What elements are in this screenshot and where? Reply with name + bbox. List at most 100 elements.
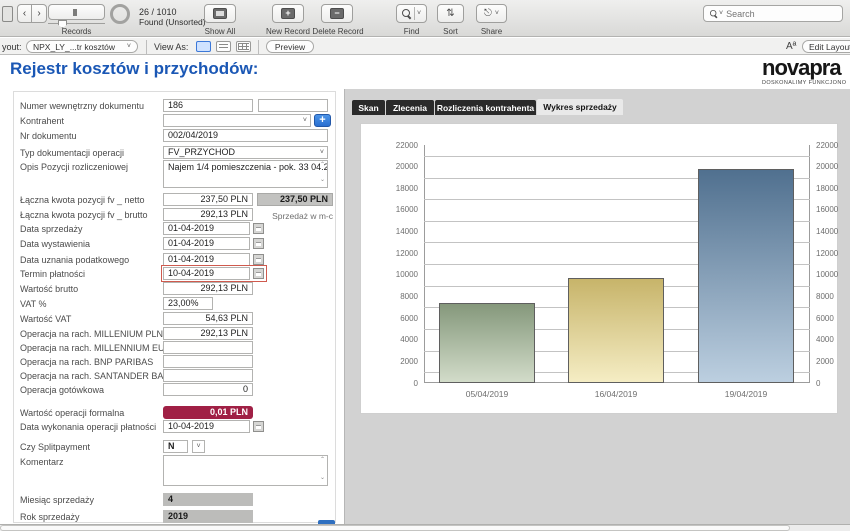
view-as-label: View As: <box>154 42 188 52</box>
y-tick-label-right-0: 0 <box>816 379 850 388</box>
chevron-down-icon: ˅ <box>495 10 499 17</box>
op-millenium-pln-label: Operacja na rach. MILLENIUM PLN <box>20 329 163 339</box>
scroll-down-icon[interactable]: ⌄ <box>320 472 325 484</box>
kontrahent-add-button[interactable]: + <box>314 114 331 127</box>
y-tick-label-right-8000: 8000 <box>816 292 850 301</box>
text-formatting-toggle[interactable]: Aª <box>786 41 796 52</box>
data-sprzedazy-label: Data sprzedaży <box>20 224 83 234</box>
view-table-icon[interactable] <box>236 41 251 52</box>
kwota-brutto-field[interactable]: 292,13 PLN <box>163 208 253 221</box>
y-tick-label-left-14000: 14000 <box>384 227 418 236</box>
termin-platnosci-label: Termin płatności <box>20 269 85 279</box>
scroll-up-icon[interactable]: ⌃ <box>320 162 325 168</box>
find-button[interactable]: ˅ <box>396 4 427 23</box>
wartosc-brutto-field[interactable]: 292,13 PLN <box>163 282 253 295</box>
kontrahent-dropdown[interactable]: ˅ <box>163 114 311 127</box>
termin-platnosci-field[interactable]: 10-04-2019 <box>163 267 250 280</box>
tab-rozliczenia-kontrahenta[interactable]: Rozliczenia kontrahenta <box>435 100 536 115</box>
y-tick-label-left-8000: 8000 <box>384 292 418 301</box>
czy-splitpayment-field[interactable]: N <box>163 440 188 453</box>
show-all-button[interactable] <box>204 4 236 23</box>
y-tick-label-left-12000: 12000 <box>384 249 418 258</box>
status-toolbar: ‹ › 26 / 1010 Found (Unsorted) Records S… <box>0 0 850 37</box>
data-wykonania-field[interactable]: 10-04-2019 <box>163 420 250 433</box>
scroll-up-icon[interactable]: ⌃ <box>320 457 325 463</box>
op-bnp-paribas-field[interactable] <box>163 355 253 368</box>
share-button[interactable]: ⎋ ˅ <box>476 4 507 23</box>
sort-button[interactable]: ⇅ <box>437 4 464 23</box>
y-tick-label-right-2000: 2000 <box>816 357 850 366</box>
new-record-button[interactable]: + <box>272 4 304 23</box>
horizontal-scrollbar-thumb[interactable] <box>0 525 790 531</box>
kontrahent-label: Kontrahent <box>20 116 64 126</box>
tab-zlecenia[interactable]: Zlecenia <box>386 100 434 115</box>
y-tick-label-right-6000: 6000 <box>816 314 850 323</box>
opis-pozycji-textarea[interactable]: Najem 1/4 pomieszczenia - pok. 33 04.201… <box>163 160 328 188</box>
calendar-icon[interactable] <box>253 421 264 432</box>
new-record-icon: + <box>281 8 295 19</box>
kwota-netto-label: Łączna kwota pozycji fv _ netto <box>20 195 145 205</box>
sort-icon: ⇅ <box>446 8 454 19</box>
scroll-down-icon[interactable]: ⌄ <box>320 174 325 186</box>
nr-dokumentu-field[interactable]: 002/04/2019 <box>163 129 328 142</box>
komentarz-textarea[interactable]: ⌃⌄ <box>163 455 328 486</box>
y-tick-label-right-22000: 22000 <box>816 141 850 150</box>
op-millennium-eur-label: Operacja na rach. MILLENNIUM EUR <box>20 343 171 353</box>
calendar-icon[interactable] <box>253 254 264 265</box>
delete-record-button[interactable]: − <box>321 4 353 23</box>
czy-splitpayment-label: Czy Splitpayment <box>20 442 90 452</box>
tab-skan[interactable]: Skan <box>352 100 385 115</box>
tab-wykres-sprzedaży[interactable]: Wykres sprzedaży <box>537 99 623 115</box>
filemaker-window: ‹ › 26 / 1010 Found (Unsorted) Records S… <box>0 0 850 531</box>
edit-layout-button[interactable]: Edit Layout <box>802 40 850 53</box>
record-slider-mark <box>73 9 77 16</box>
data-wystawienia-field[interactable]: 01-04-2019 <box>163 237 250 250</box>
data-wystawienia-label: Data wystawienia <box>20 239 90 249</box>
numer-wewnetrzny-label: Numer wewnętrzny dokumentu <box>20 101 144 111</box>
next-record-button[interactable]: › <box>32 4 47 23</box>
typ-dokumentacji-label: Typ dokumentacji operacji <box>20 148 124 158</box>
y-tick-label-left-6000: 6000 <box>384 314 418 323</box>
layout-bar: yout: NPX_LY_...tr kosztów ˅ View As: Pr… <box>0 38 850 55</box>
calendar-icon[interactable] <box>253 223 264 234</box>
layout-selector[interactable]: NPX_LY_...tr kosztów ˅ <box>26 40 138 53</box>
record-slider-box[interactable] <box>48 4 105 20</box>
bar-16-04-2019[interactable] <box>568 278 664 383</box>
y-tick-label-right-20000: 20000 <box>816 162 850 171</box>
chevron-down-icon[interactable]: ˅ <box>192 440 205 453</box>
quick-search-field[interactable]: ˅ <box>703 5 843 22</box>
brand-logo-text: novapra <box>762 57 850 79</box>
record-slider-track[interactable] <box>48 23 105 24</box>
vat-percent-field[interactable]: 23,00% <box>163 297 213 310</box>
kwota-netto-field[interactable]: 237,50 PLN <box>163 193 253 206</box>
numer-wewnetrzny-field[interactable]: 186 <box>163 99 253 112</box>
wartosc-vat-field[interactable]: 54,63 PLN <box>163 312 253 325</box>
chevron-down-icon: ˅ <box>417 10 421 17</box>
numer-wewnetrzny-field-2[interactable] <box>258 99 328 112</box>
found-set-pie-icon[interactable] <box>110 4 130 24</box>
window-panel-icon[interactable] <box>2 6 13 22</box>
bar-19-04-2019[interactable] <box>698 169 794 383</box>
y-tick-label-right-16000: 16000 <box>816 205 850 214</box>
typ-dokumentacji-dropdown[interactable]: FV_PRZYCHOD˅ <box>163 146 328 159</box>
wartosc-brutto-label: Wartość brutto <box>20 284 78 294</box>
op-millenium-pln-field[interactable]: 292,13 PLN <box>163 327 253 340</box>
view-list-icon[interactable] <box>216 41 231 52</box>
data-sprzedazy-field[interactable]: 01-04-2019 <box>163 222 250 235</box>
op-gotowkowa-field[interactable]: 0 <box>163 383 253 396</box>
calendar-icon[interactable] <box>253 238 264 249</box>
chevron-down-icon: ˅ <box>719 10 723 17</box>
previous-record-button[interactable]: ‹ <box>17 4 32 23</box>
bar-05-04-2019[interactable] <box>439 303 535 383</box>
op-santander-field[interactable] <box>163 369 253 382</box>
op-millennium-eur-field[interactable] <box>163 341 253 354</box>
kwota-brutto-label: Łączna kwota pozycji fv _ brutto <box>20 210 148 220</box>
preview-button[interactable]: Preview <box>266 40 314 53</box>
chevron-left-icon: ‹ <box>23 8 26 19</box>
view-form-icon[interactable] <box>196 41 211 52</box>
found-count: 26 / 1010 <box>139 7 177 17</box>
calendar-icon[interactable] <box>253 268 264 279</box>
y-tick-label-right-10000: 10000 <box>816 270 850 279</box>
rok-sprzedazy-label: Rok sprzedaży <box>20 512 80 522</box>
search-input[interactable] <box>726 9 826 19</box>
